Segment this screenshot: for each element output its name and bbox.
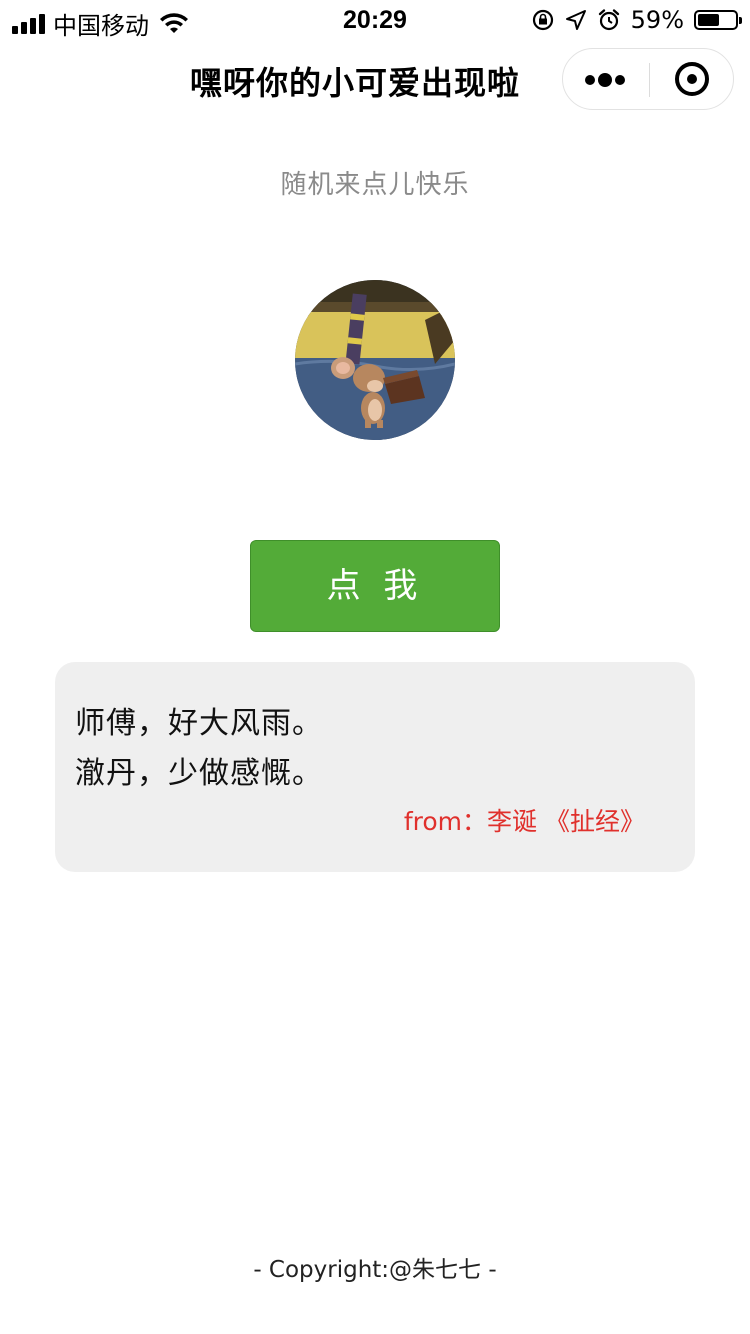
miniprogram-capsule [562, 48, 734, 110]
quote-line-2: 澈丹，少做感慨。 [75, 756, 323, 791]
screen: 中国移动 20:29 59% 嘿呀你的小可爱出现啦 随机来点儿快乐 点 我 师傅… [0, 0, 750, 1334]
close-miniprogram-icon[interactable] [675, 62, 709, 96]
subtitle: 随机来点儿快乐 [280, 170, 470, 200]
capsule-divider [649, 63, 650, 97]
battery-percent: 59% [630, 6, 684, 34]
quote-line-1: 师傅，好大风雨。 [75, 706, 323, 741]
quote-source: from：李诞 《扯经》 [403, 807, 645, 836]
quote-card: 师傅，好大风雨。 澈丹，少做感慨。 from：李诞 《扯经》 [55, 662, 695, 872]
avatar [295, 280, 455, 440]
location-icon [565, 10, 586, 30]
battery-cap [739, 17, 742, 24]
copyright-footer: - Copyright:@朱七七 - [253, 1257, 497, 1283]
battery-icon [694, 10, 742, 30]
status-bar: 中国移动 20:29 59% [0, 0, 750, 40]
click-me-button[interactable]: 点 我 [250, 540, 500, 632]
avatar-image [295, 280, 455, 440]
orientation-lock-icon [532, 9, 553, 31]
alarm-icon [598, 9, 619, 31]
battery-fill [698, 14, 719, 26]
page-title: 嘿呀你的小可爱出现啦 [189, 64, 520, 102]
status-right: 59% [531, 6, 742, 34]
more-icon[interactable] [585, 71, 625, 89]
